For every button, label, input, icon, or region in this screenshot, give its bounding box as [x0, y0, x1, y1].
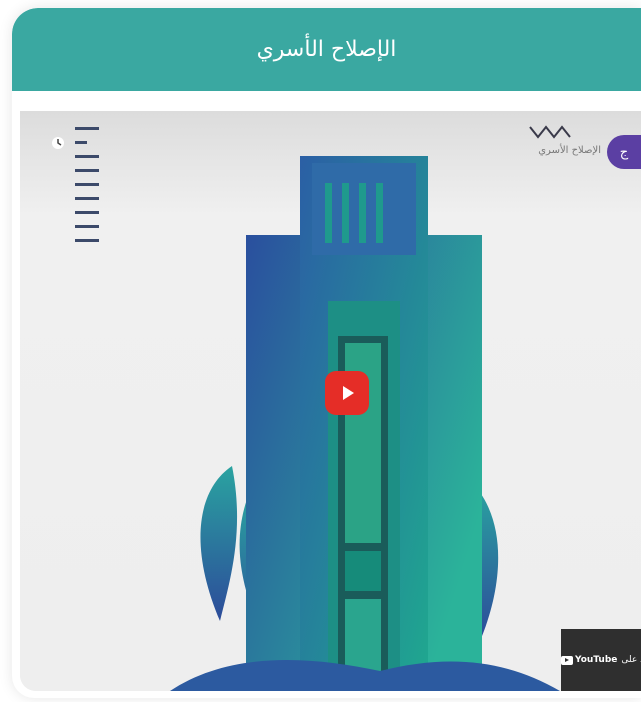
- youtube-logo-text: YouTube: [575, 655, 618, 665]
- video-card: الإصلاح الأسري ج الإصلاح الأسري على YouT…: [12, 8, 641, 698]
- wave-logo-icon: [529, 125, 571, 139]
- card-title: الإصلاح الأسري: [256, 37, 397, 62]
- channel-avatar[interactable]: ج: [607, 135, 641, 169]
- channel-name[interactable]: الإصلاح الأسري: [538, 145, 601, 156]
- youtube-play-icon: [561, 655, 573, 665]
- video-player[interactable]: ج الإصلاح الأسري شاهد على YouTube: [20, 111, 641, 691]
- watch-on-label: شاهد على: [621, 655, 641, 665]
- card-header: الإصلاح الأسري: [12, 8, 641, 91]
- dot-pattern: [75, 127, 99, 242]
- watch-on-youtube-button[interactable]: شاهد على YouTube: [561, 629, 641, 691]
- play-icon: [343, 386, 354, 400]
- youtube-logo: YouTube: [561, 655, 617, 665]
- play-button[interactable]: [325, 371, 369, 415]
- watch-later-icon[interactable]: [48, 133, 68, 157]
